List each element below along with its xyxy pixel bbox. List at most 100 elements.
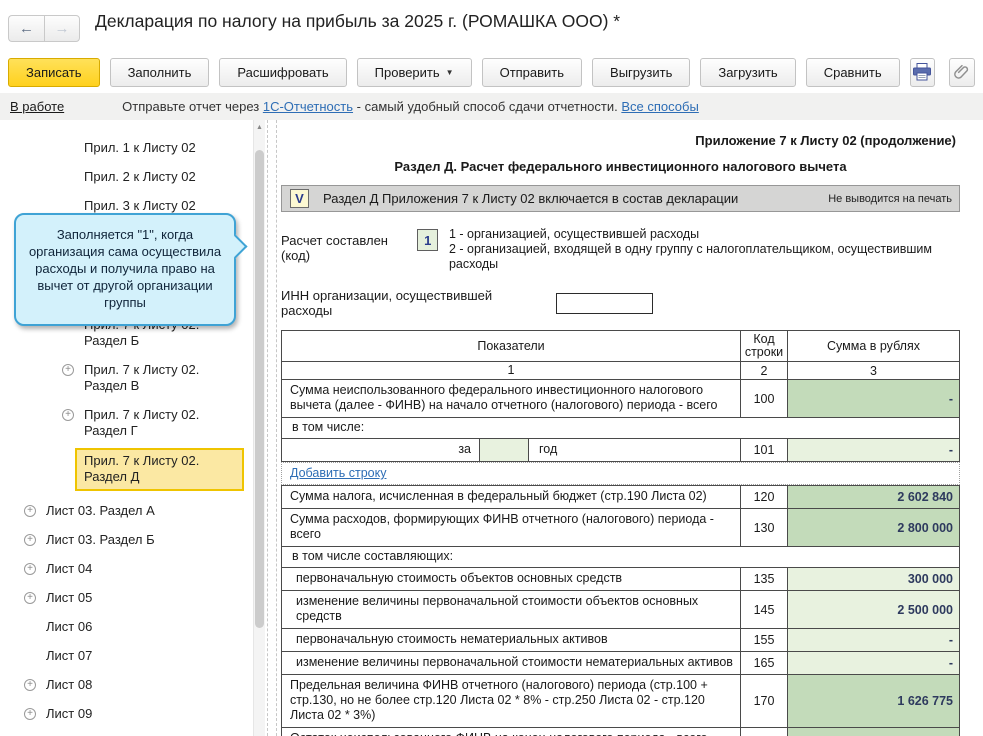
include-section-checkbox[interactable]: V bbox=[290, 189, 309, 208]
tree-item-2[interactable]: Прил. 2 к Листу 02 bbox=[0, 163, 252, 192]
calc-code-input[interactable]: 1 bbox=[417, 229, 438, 251]
scrollbar-thumb[interactable] bbox=[255, 150, 264, 628]
tree-item-8[interactable]: + Лист 03. Раздел А bbox=[0, 497, 252, 526]
amount-cell-100[interactable]: - bbox=[788, 380, 959, 417]
tree-item-12[interactable]: Лист 06 bbox=[0, 613, 252, 642]
table-subheader-row: в том числе: bbox=[282, 417, 959, 438]
calc-code-label: Расчет составлен (код) bbox=[281, 233, 388, 263]
inn-label: ИНН организации, осуществившей расходы bbox=[281, 288, 493, 318]
indicator-text-130: Сумма расходов, формирующих ФИНВ отчетно… bbox=[282, 509, 741, 546]
page-title: Декларация по налогу на прибыль за 2025 … bbox=[95, 11, 621, 31]
inn-input[interactable] bbox=[556, 292, 653, 314]
indicator-text-120: Сумма налога, исчисленная в федеральный … bbox=[282, 486, 741, 508]
scrollbar-up-icon[interactable]: ▲ bbox=[254, 120, 265, 134]
amount-cell-170[interactable]: 1 626 775 bbox=[788, 675, 959, 727]
amount-cell-165[interactable]: - bbox=[788, 652, 959, 674]
table-section: Сумма налога, исчисленная в федеральный … bbox=[281, 485, 960, 736]
tree-item-14[interactable]: + Лист 08 bbox=[0, 671, 252, 700]
toolbar-button-8[interactable]: Сравнить bbox=[805, 57, 900, 87]
indicator-text-100: Сумма неиспользованного федерального инв… bbox=[282, 380, 741, 417]
appendix-header: Приложение 7 к Листу 02 (продолжение) bbox=[695, 133, 956, 148]
tree-item-13[interactable]: Лист 07 bbox=[0, 642, 252, 671]
tree-item-6[interactable]: + Прил. 7 к Листу 02. Раздел Г bbox=[0, 401, 252, 446]
tree-item-9[interactable]: + Лист 03. Раздел Б bbox=[0, 526, 252, 555]
forward-button[interactable]: → bbox=[44, 15, 80, 42]
add-row-band: +Добавить строку bbox=[281, 462, 960, 485]
report-state-link[interactable]: В работе bbox=[10, 99, 64, 114]
1c-reporting-link[interactable]: 1С-Отчетность bbox=[263, 99, 353, 114]
col-number-1: 1 bbox=[282, 362, 741, 379]
indicator-text-170: Предельная величина ФИНВ отчетного (нало… bbox=[282, 675, 741, 727]
amount-cell-200[interactable]: 1 173 225 bbox=[788, 728, 959, 736]
include-section-label: Раздел Д Приложения 7 к Листу 02 включае… bbox=[323, 191, 739, 206]
expand-plus-icon[interactable]: + bbox=[24, 708, 36, 720]
toolbar-button-label: Загрузить bbox=[718, 64, 778, 80]
tree-item-15[interactable]: + Лист 09 bbox=[0, 700, 252, 729]
expand-plus-icon[interactable]: + bbox=[24, 679, 36, 691]
table-header-row: Показатели Код строки Сумма в рублях bbox=[282, 331, 959, 361]
line-code-100: 100 bbox=[741, 380, 788, 417]
sidebar-scrollbar[interactable]: ▲ bbox=[253, 120, 265, 736]
amount-cell-130[interactable]: 2 800 000 bbox=[788, 509, 959, 546]
table-number-row: 12 3 bbox=[282, 361, 959, 379]
toolbar-button-2[interactable]: Заполнить bbox=[109, 57, 210, 87]
toolbar-button-7[interactable]: Загрузить bbox=[700, 57, 796, 87]
all-methods-link[interactable]: Все способы bbox=[621, 99, 698, 114]
line-code-165: 165 bbox=[741, 652, 788, 674]
table-row-120: Сумма налога, исчисленная в федеральный … bbox=[282, 486, 959, 508]
indicators-table: Показатели Код строки Сумма в рублях 1 2 3 Сум… bbox=[281, 330, 960, 736]
expand-plus-icon[interactable]: + bbox=[24, 563, 36, 575]
chevron-down-icon: ▼ bbox=[445, 67, 454, 77]
tree-item-7[interactable]: Прил. 7 к Листу 02. Раздел Д bbox=[0, 446, 252, 497]
year-input-101[interactable] bbox=[479, 439, 529, 461]
include-section-bar: V Раздел Д Приложения 7 к Листу 02 включ… bbox=[281, 185, 960, 212]
expand-plus-icon[interactable]: + bbox=[62, 409, 74, 421]
back-arrow-icon: ← bbox=[19, 20, 34, 37]
toolbar-button-label: Проверить bbox=[374, 64, 440, 80]
add-row-link[interactable]: Добавить строку bbox=[290, 466, 386, 480]
nav-button-group: ← → bbox=[8, 15, 80, 42]
back-button[interactable]: ← bbox=[8, 15, 44, 42]
amount-cell-120[interactable]: 2 602 840 bbox=[788, 486, 959, 508]
line-code-130: 130 bbox=[741, 509, 788, 546]
tree-item-label: Лист 03. Раздел Б bbox=[46, 532, 155, 547]
table-row-145: изменение величины первоначальной стоимо… bbox=[282, 590, 959, 628]
toolbar-button-label: Выгрузить bbox=[610, 64, 673, 80]
tree-item-10[interactable]: + Лист 04 bbox=[0, 555, 252, 584]
toolbar-button-1[interactable]: Записать bbox=[8, 57, 100, 87]
expand-plus-icon[interactable]: + bbox=[24, 505, 36, 517]
line-code-101: 101 bbox=[741, 439, 788, 461]
toolbar-button-5[interactable]: Отправить bbox=[481, 57, 583, 87]
calc-code-options: 1 - организацией, осуществившей расходы 2… bbox=[449, 227, 971, 272]
tree-item-11[interactable]: + Лист 05 bbox=[0, 584, 252, 613]
print-button[interactable] bbox=[909, 57, 936, 87]
panel-splitter[interactable] bbox=[267, 120, 277, 736]
table-row-100: Сумма неиспользованного федерального инв… bbox=[282, 379, 959, 417]
toolbar-button-3[interactable]: Расшифровать bbox=[219, 57, 347, 87]
table-row-130: Сумма расходов, формирующих ФИНВ отчетно… bbox=[282, 508, 959, 546]
toolbar-button-4[interactable]: Проверить ▼ bbox=[356, 57, 472, 87]
year-suffix-label: год bbox=[539, 442, 558, 456]
hint-tooltip-text: Заполняется "1", когда организация сама … bbox=[28, 227, 222, 310]
tree-item-5[interactable]: + Прил. 7 к Листу 02. Раздел В bbox=[0, 356, 252, 401]
tree-item-label: Лист 09 bbox=[46, 706, 93, 721]
toolbar-button-6[interactable]: Выгрузить bbox=[592, 57, 691, 87]
amount-cell-155[interactable]: - bbox=[788, 629, 959, 651]
indicator-text-165: изменение величины первоначальной стоимо… bbox=[282, 652, 741, 674]
tree-item-1[interactable]: Прил. 1 к Листу 02 bbox=[0, 134, 252, 163]
status-text-middle: - самый удобный способ сдачи отчетности. bbox=[353, 99, 622, 114]
attachments-button[interactable] bbox=[949, 57, 975, 87]
status-bar: В работе Отправьте отчет через 1С-Отчетн… bbox=[0, 93, 983, 120]
expand-plus-icon[interactable]: + bbox=[24, 592, 36, 604]
tree-item-label: Прил. 7 к Листу 02. Раздел Г bbox=[84, 407, 200, 438]
amount-cell-101[interactable]: - bbox=[788, 439, 959, 461]
tree-item-label: Прил. 3 к Листу 02 bbox=[84, 198, 196, 213]
amount-cell-135[interactable]: 300 000 bbox=[788, 568, 959, 590]
amount-cell-145[interactable]: 2 500 000 bbox=[788, 591, 959, 628]
toolbar-button-label: Записать bbox=[26, 64, 82, 80]
toolbar-button-label: Заполнить bbox=[127, 64, 192, 80]
expand-plus-icon[interactable]: + bbox=[62, 364, 74, 376]
col-header-indicators: Показатели bbox=[282, 331, 741, 361]
col-number-2: 2 bbox=[741, 362, 788, 379]
expand-plus-icon[interactable]: + bbox=[24, 534, 36, 546]
